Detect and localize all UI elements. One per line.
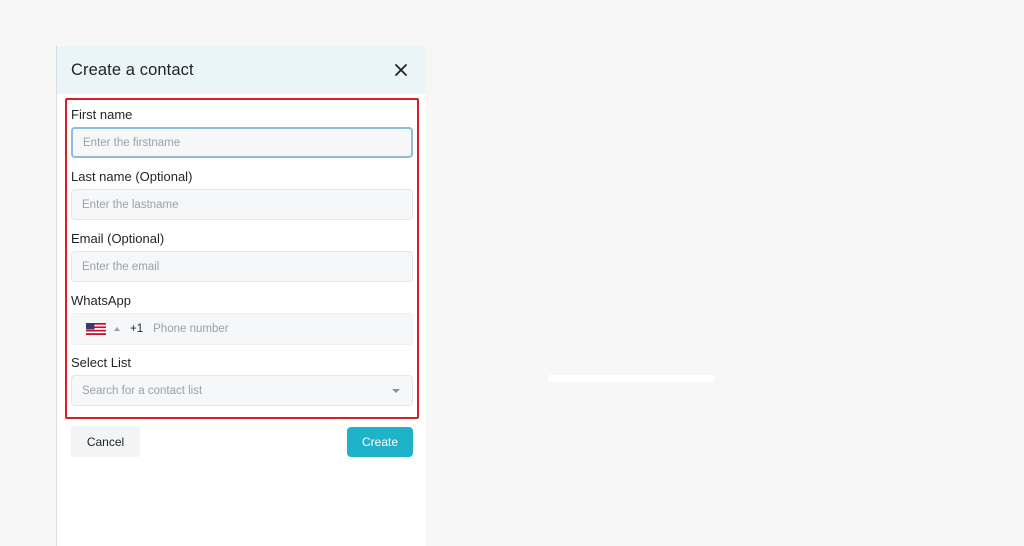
last-name-label: Last name (Optional)	[71, 169, 193, 184]
modal-header: Create a contact	[57, 46, 426, 94]
whatsapp-field: WhatsApp +1	[71, 293, 413, 345]
phone-input-group: +1	[71, 313, 413, 345]
close-button[interactable]	[390, 59, 412, 81]
cancel-button[interactable]: Cancel	[71, 426, 140, 457]
last-name-input[interactable]	[71, 189, 413, 220]
select-list-field: Select List Search for a contact list	[71, 355, 413, 406]
create-contact-modal: Create a contact First name Last name (O…	[57, 46, 426, 546]
whatsapp-label: WhatsApp	[71, 293, 131, 308]
country-dropdown-icon[interactable]	[114, 327, 120, 331]
contact-list-select[interactable]: Search for a contact list	[71, 375, 413, 406]
close-icon	[395, 64, 407, 76]
dial-code: +1	[130, 323, 144, 335]
contact-form: First name Last name (Optional) Email (O…	[71, 107, 413, 406]
chevron-down-icon	[392, 388, 400, 393]
select-list-label: Select List	[71, 355, 131, 370]
background-placeholder	[548, 375, 714, 382]
select-placeholder: Search for a contact list	[82, 384, 203, 397]
create-button[interactable]: Create	[347, 427, 413, 457]
phone-number-input[interactable]	[153, 315, 412, 343]
modal-actions: Cancel Create	[71, 426, 413, 458]
first-name-input[interactable]	[71, 127, 413, 158]
modal-title: Create a contact	[71, 60, 194, 79]
first-name-field: First name	[71, 107, 413, 158]
us-flag-icon[interactable]	[86, 323, 106, 335]
email-field: Email (Optional)	[71, 231, 413, 282]
email-input[interactable]	[71, 251, 413, 282]
first-name-label: First name	[71, 107, 133, 122]
email-label: Email (Optional)	[71, 231, 165, 246]
last-name-field: Last name (Optional)	[71, 169, 413, 220]
